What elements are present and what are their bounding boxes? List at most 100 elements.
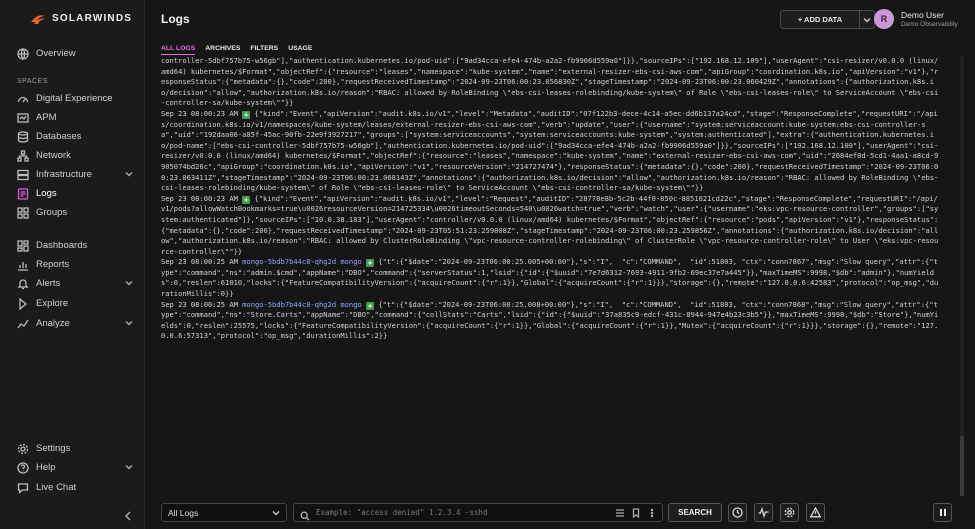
help-icon <box>17 461 29 474</box>
sidebar-item-label: Infrastructure <box>36 169 92 180</box>
search-input[interactable] <box>316 508 614 517</box>
avatar[interactable]: R <box>874 9 894 29</box>
gear-icon <box>784 507 795 518</box>
sidebar-item-digital-experience[interactable]: Digital Experience <box>0 89 145 108</box>
sidebar-item-label: Help <box>36 462 56 473</box>
sidebar-item-network[interactable]: Network <box>0 146 145 165</box>
list-icon[interactable] <box>614 507 626 519</box>
log-source-link[interactable]: mongo-5bdb7b44c8-qhg2d mongo <box>242 257 362 266</box>
chevron-down-icon[interactable] <box>125 279 133 287</box>
chevron-down-icon[interactable] <box>125 463 133 471</box>
sidebar-item-label: Explore <box>36 298 69 309</box>
page-title: Logs <box>161 12 190 26</box>
log-timestamp: Sep 23 08:00:25 AM <box>161 299 238 309</box>
bookmark-icon[interactable] <box>630 507 642 519</box>
scrollbar-thumb[interactable] <box>960 436 964 496</box>
tab-all-logs[interactable]: ALL LOGS <box>161 45 196 55</box>
search-button[interactable]: SEARCH <box>668 503 722 522</box>
expand-entry-icon[interactable]: + <box>242 110 251 119</box>
sidebar-item-label: APM <box>36 112 57 123</box>
add-data-dropdown-button[interactable] <box>859 10 875 29</box>
sidebar-item-explore[interactable]: Explore <box>0 294 145 313</box>
sidebar-item-label: Groups <box>36 207 68 218</box>
expand-entry-icon[interactable]: + <box>366 301 375 310</box>
time-range-button[interactable] <box>728 503 747 522</box>
sidebar-item-databases[interactable]: Databases <box>0 127 145 146</box>
chevron-down-icon[interactable] <box>125 319 133 327</box>
sidebar-item-groups[interactable]: Groups <box>0 203 145 222</box>
sidebar-item-overview[interactable]: Overview <box>0 44 145 63</box>
tab-filters[interactable]: FILTERS <box>250 45 278 55</box>
gauge-icon <box>17 93 29 105</box>
search-box <box>293 503 663 522</box>
more-icon[interactable] <box>646 507 658 519</box>
log-timestamp: Sep 23 08:00:25 AM <box>161 257 238 267</box>
sidebar-item-label: Network <box>36 150 71 161</box>
sidebar-item-label: Logs <box>36 188 57 199</box>
gear-icon <box>17 443 29 455</box>
top-header: Logs + ADD DATA R Demo User Demo Observa… <box>146 0 975 40</box>
pause-icon-bar <box>939 509 942 516</box>
sidebar-item-reports[interactable]: Reports <box>0 255 145 274</box>
log-message: {"kind":"Event","apiVersion":"audit.k8s.… <box>161 193 939 256</box>
spaces-section-label: SPACES <box>17 78 48 85</box>
user-name[interactable]: Demo User <box>901 10 944 20</box>
sidebar-item-apm[interactable]: APM <box>0 108 145 127</box>
sidebar: SOLARWINDS Overview SPACES Digital Exper… <box>0 0 145 529</box>
pulse-icon <box>758 507 769 518</box>
sidebar-item-dashboards[interactable]: Dashboards <box>0 236 145 255</box>
alert-button[interactable] <box>806 503 825 522</box>
expand-entry-icon[interactable]: + <box>366 259 375 268</box>
sidebar-item-label: Settings <box>36 443 71 454</box>
log-entry[interactable]: controller-5dbf757b75-w56gb"],"authentic… <box>161 56 941 109</box>
log-scrollbar[interactable] <box>960 56 964 496</box>
sidebar-item-logs[interactable]: Logs <box>0 184 145 203</box>
sidebar-item-alerts[interactable]: Alerts <box>0 274 145 293</box>
sidebar-item-help[interactable]: Help <box>0 458 145 477</box>
clock-icon <box>732 507 743 518</box>
log-message: controller-5dbf757b75-w56gb"],"authentic… <box>161 56 939 108</box>
log-entry[interactable]: Sep 23 08:00:23 AM + {"kind":"Event","ap… <box>161 109 941 194</box>
groups-icon <box>17 206 29 219</box>
sidebar-item-settings[interactable]: Settings <box>0 439 145 458</box>
log-entry[interactable]: Sep 23 08:00:23 AM + {"kind":"Event","ap… <box>161 194 941 258</box>
database-icon <box>17 130 29 143</box>
sidebar-item-infrastructure[interactable]: Infrastructure <box>0 165 145 184</box>
settings-button[interactable] <box>780 503 799 522</box>
collapse-sidebar-icon[interactable] <box>122 509 134 521</box>
server-icon <box>17 169 29 181</box>
analyze-icon <box>17 318 29 330</box>
sidebar-item-analyze[interactable]: Analyze <box>0 314 145 333</box>
pause-button[interactable] <box>933 503 952 522</box>
tab-usage[interactable]: USAGE <box>288 45 312 55</box>
sidebar-item-live-chat[interactable]: Live Chat <box>0 478 145 497</box>
sidebar-item-label: Analyze <box>36 318 70 329</box>
log-timestamp: Sep 23 08:00:23 AM <box>161 193 238 203</box>
apm-icon <box>17 112 29 124</box>
chat-icon <box>17 482 29 494</box>
add-data-button[interactable]: + ADD DATA <box>780 10 860 29</box>
log-source-link[interactable]: mongo-5bdb7b44c8-qhg2d mongo <box>242 300 362 309</box>
expand-entry-icon[interactable]: + <box>242 195 251 204</box>
sidebar-item-label: Dashboards <box>36 240 88 251</box>
chevron-down-icon[interactable] <box>125 170 133 178</box>
user-organization: Demo Observability <box>901 21 958 28</box>
log-stream: controller-5dbf757b75-w56gb"],"authentic… <box>161 56 941 496</box>
solarwinds-logo[interactable]: SOLARWINDS <box>30 12 132 24</box>
log-group-selected-value: All Logs <box>168 507 199 518</box>
search-icon <box>300 508 310 520</box>
tab-archives[interactable]: ARCHIVES <box>205 45 240 55</box>
log-timestamp: Sep 23 08:00:23 AM <box>161 108 238 118</box>
sidebar-item-label: Databases <box>36 131 82 142</box>
sidebar-item-label: Live Chat <box>36 482 77 493</box>
sidebar-item-label: Overview <box>36 48 76 59</box>
dashboard-icon <box>17 239 29 252</box>
chevron-down-icon <box>272 509 280 517</box>
log-group-select[interactable]: All Logs <box>161 503 287 522</box>
log-entry[interactable]: Sep 23 08:00:25 AM mongo-5bdb7b44c8-qhg2… <box>161 257 941 299</box>
search-toolbar: All Logs SEARCH <box>161 503 967 522</box>
chevron-down-icon <box>863 17 871 22</box>
log-entry[interactable]: Sep 23 08:00:25 AM mongo-5bdb7b44c8-qhg2… <box>161 300 941 342</box>
logs-icon <box>17 187 29 200</box>
live-tail-button[interactable] <box>754 503 773 522</box>
